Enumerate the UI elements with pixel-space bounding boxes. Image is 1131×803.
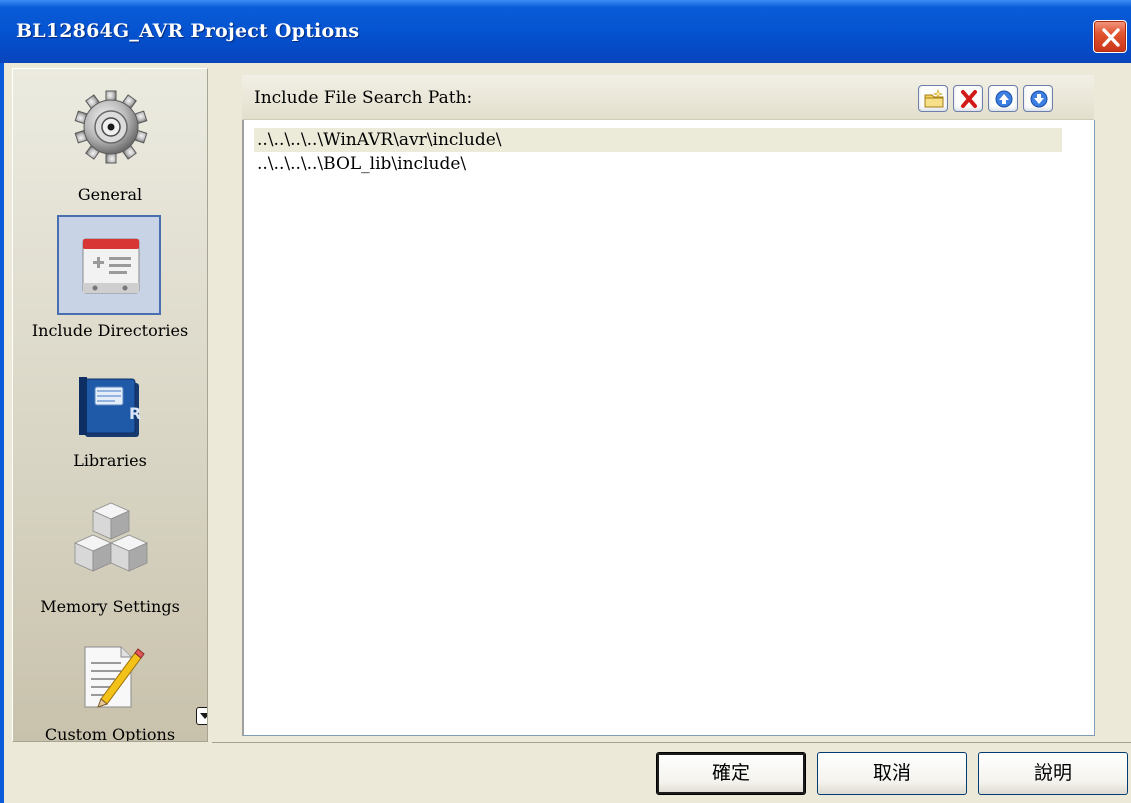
nav-scroll-down-button[interactable] bbox=[196, 707, 207, 725]
nav-item-label: Libraries bbox=[73, 451, 147, 470]
project-options-window: BL12864G_AVR Project Options General Inc… bbox=[0, 0, 1131, 803]
list-item[interactable]: ..\..\..\..\BOL_lib\include\ bbox=[254, 152, 1062, 176]
move-down-button[interactable] bbox=[1023, 85, 1053, 112]
new-path-button[interactable] bbox=[918, 85, 948, 112]
gear-icon bbox=[74, 90, 148, 164]
delete-path-button[interactable] bbox=[953, 85, 983, 112]
new-folder-icon bbox=[924, 89, 944, 108]
chevron-down-icon bbox=[200, 713, 207, 719]
include-directories-icon bbox=[82, 238, 140, 294]
nav-item-memory-settings[interactable]: Memory Settings bbox=[13, 499, 207, 629]
include-path-list[interactable]: ..\..\..\..\WinAVR\avr\include\ ..\..\..… bbox=[242, 120, 1095, 736]
nav-item-libraries[interactable]: R Libraries bbox=[13, 361, 207, 491]
title-bar[interactable]: BL12864G_AVR Project Options bbox=[0, 0, 1131, 63]
move-up-button[interactable] bbox=[988, 85, 1018, 112]
nav-item-label: Include Directories bbox=[31, 321, 189, 340]
move-down-icon bbox=[1030, 90, 1048, 108]
close-icon bbox=[1102, 28, 1120, 47]
nav-item-custom-options[interactable]: Custom Options bbox=[13, 641, 207, 742]
nav-item-label: Custom Options bbox=[44, 725, 176, 742]
options-nav-panel: General Include Directories R Libraries … bbox=[12, 68, 208, 742]
dialog-client-area: General Include Directories R Libraries … bbox=[4, 63, 1131, 803]
close-button[interactable] bbox=[1093, 20, 1127, 53]
include-path-label: Include File Search Path: bbox=[254, 88, 473, 108]
nav-item-label: Memory Settings bbox=[40, 597, 180, 616]
nav-item-include-directories[interactable]: Include Directories bbox=[13, 215, 207, 345]
delete-icon bbox=[961, 90, 977, 108]
cancel-button[interactable]: 取消 bbox=[817, 752, 967, 795]
notepad-pencil-icon bbox=[84, 646, 145, 708]
include-path-header: Include File Search Path: bbox=[242, 75, 1094, 120]
move-up-icon bbox=[995, 90, 1013, 108]
libraries-book-icon: R bbox=[79, 377, 141, 437]
help-button[interactable]: 說明 bbox=[978, 752, 1128, 795]
nav-item-label: General bbox=[77, 185, 143, 204]
nav-item-general[interactable]: General bbox=[13, 87, 207, 217]
list-item[interactable]: ..\..\..\..\WinAVR\avr\include\ bbox=[254, 128, 1062, 152]
memory-cubes-icon bbox=[74, 502, 148, 572]
bottom-divider bbox=[212, 742, 1131, 743]
ok-button[interactable]: 確定 bbox=[656, 752, 806, 795]
svg-text:R: R bbox=[129, 404, 141, 423]
window-title: BL12864G_AVR Project Options bbox=[16, 20, 360, 42]
